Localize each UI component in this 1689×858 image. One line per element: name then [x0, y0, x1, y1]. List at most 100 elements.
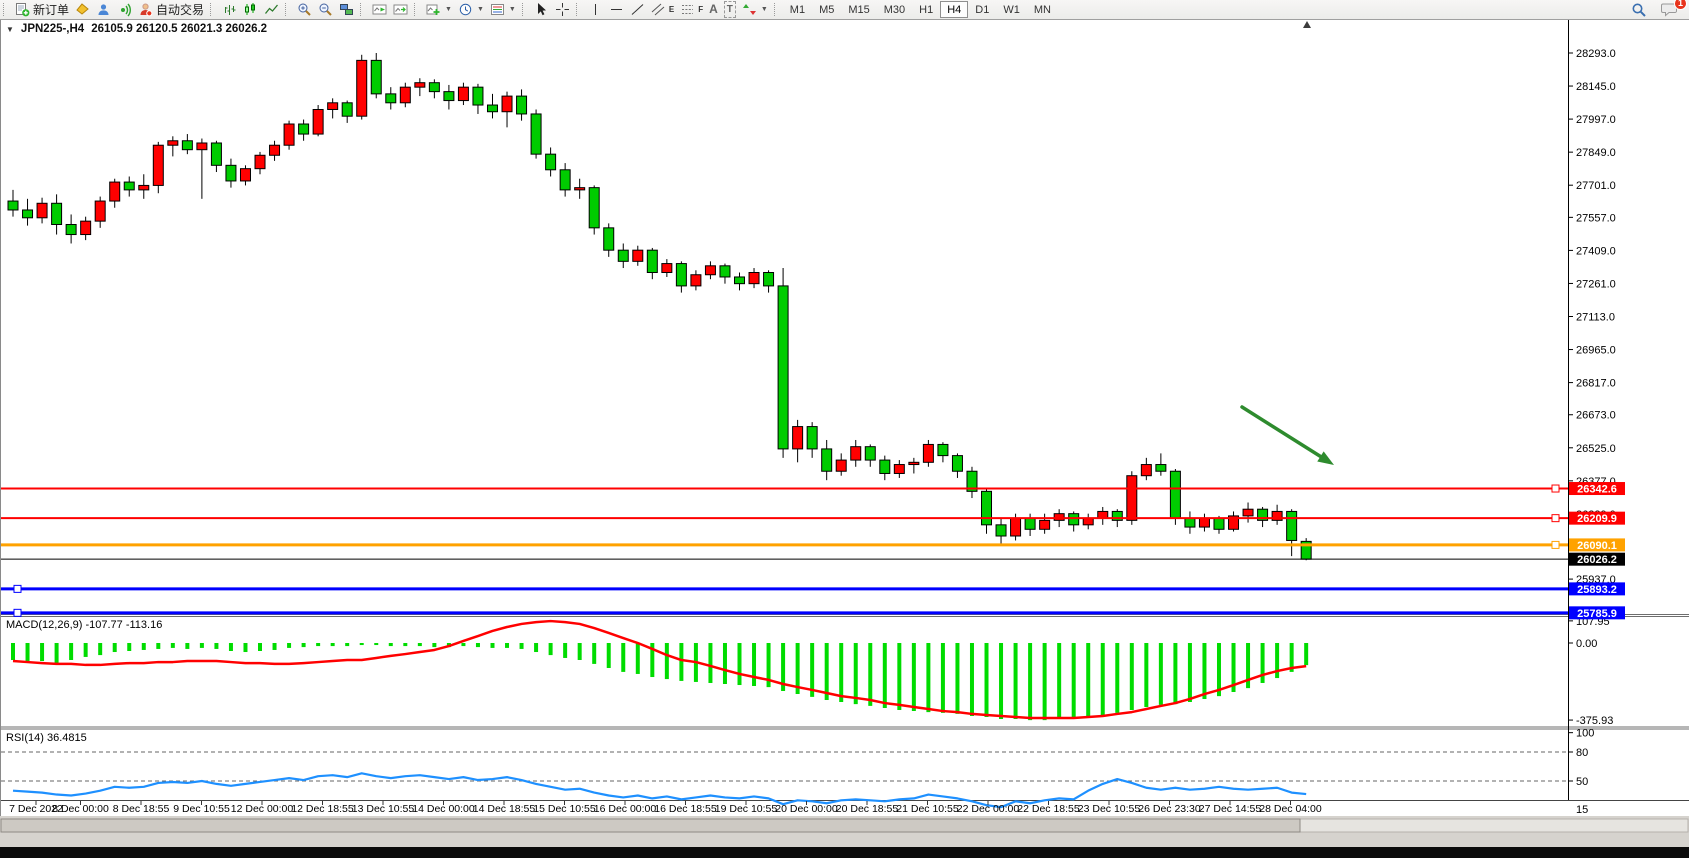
svg-text:22 Dec 18:55: 22 Dec 18:55 [1017, 803, 1080, 815]
timeframe-M1-button[interactable]: M1 [783, 1, 812, 18]
candle [851, 447, 861, 460]
candle [575, 188, 585, 190]
zoom-in-icon [297, 2, 312, 17]
crosshair-button[interactable] [552, 1, 573, 18]
toolbar-right: 1 [1628, 1, 1689, 18]
hline-handle[interactable] [1552, 515, 1559, 522]
line-chart-button[interactable] [261, 1, 282, 18]
search-icon [1631, 2, 1647, 18]
periods-button[interactable]: ▼ [455, 1, 487, 18]
candle [284, 124, 294, 145]
time-axis[interactable]: 7 Dec 20228 Dec 00:008 Dec 18:559 Dec 10… [9, 801, 1322, 815]
horizontal-line-button[interactable] [606, 1, 627, 18]
svg-text:27557.0: 27557.0 [1576, 212, 1616, 224]
candle [1040, 520, 1050, 529]
clock-icon [458, 2, 473, 17]
candle [1243, 509, 1253, 516]
auto-scroll-button[interactable] [369, 1, 390, 18]
symbol-dropdown-icon[interactable]: ▼ [6, 25, 14, 34]
svg-text:27997.0: 27997.0 [1576, 114, 1616, 126]
autotrading-button[interactable]: 自动交易 [135, 1, 207, 18]
tile-windows-button[interactable] [336, 1, 357, 18]
search-button[interactable] [1628, 1, 1650, 18]
candle [793, 427, 803, 449]
candle [342, 103, 352, 116]
candlestick-button[interactable] [240, 1, 261, 18]
candle [865, 447, 875, 460]
candle [880, 460, 890, 473]
candle [618, 250, 628, 261]
fibonacci-icon [680, 2, 695, 17]
candle [211, 143, 221, 165]
candle [1127, 476, 1137, 521]
svg-text:28 Dec 04:00: 28 Dec 04:00 [1259, 803, 1322, 815]
timeframe-MN-button[interactable]: MN [1027, 1, 1058, 18]
candle [1054, 514, 1064, 521]
candle [458, 87, 468, 100]
timeframe-M15-button[interactable]: M15 [841, 1, 876, 18]
text-button[interactable]: A [706, 1, 721, 18]
chat-button[interactable]: 1 [1658, 1, 1681, 18]
channel-button[interactable]: E [648, 1, 677, 18]
candle [982, 491, 992, 524]
candle [604, 228, 614, 250]
candle [255, 155, 265, 168]
arrows-button[interactable]: ▼ [739, 1, 771, 18]
fibonacci-button[interactable]: F [677, 1, 706, 18]
candle [240, 169, 250, 181]
timeframe-M30-button[interactable]: M30 [877, 1, 912, 18]
hline-handle[interactable] [1552, 541, 1559, 548]
svg-text:27849.0: 27849.0 [1576, 147, 1616, 159]
svg-text:26026.2: 26026.2 [1577, 554, 1617, 566]
signals-button[interactable] [114, 1, 135, 18]
svg-text:15: 15 [1576, 804, 1588, 816]
svg-text:14 Dec 18:55: 14 Dec 18:55 [473, 803, 536, 815]
candle [182, 141, 192, 150]
hline-handle[interactable] [14, 609, 21, 616]
svg-text:26817.0: 26817.0 [1576, 378, 1616, 390]
dropdown-arrow-icon: ▼ [477, 6, 484, 13]
timeframe-W1-button[interactable]: W1 [996, 1, 1027, 18]
candle [676, 264, 686, 286]
zoom-in-button[interactable] [294, 1, 315, 18]
arrows-icon [742, 2, 757, 17]
svg-text:21 Dec 10:55: 21 Dec 10:55 [896, 803, 959, 815]
svg-text:26525.0: 26525.0 [1576, 443, 1616, 455]
svg-text:23 Dec 10:55: 23 Dec 10:55 [1078, 803, 1141, 815]
candle [197, 143, 207, 150]
timeframe-H1-button[interactable]: H1 [912, 1, 940, 18]
timeframe-D1-button[interactable]: D1 [968, 1, 996, 18]
metaeditor-button[interactable] [72, 1, 93, 18]
new-order-button[interactable]: 新订单 [12, 1, 72, 18]
candle [1185, 518, 1195, 527]
svg-text:16 Dec 18:55: 16 Dec 18:55 [654, 803, 717, 815]
svg-text:27 Dec 14:55: 27 Dec 14:55 [1199, 803, 1262, 815]
hline-handle[interactable] [1552, 485, 1559, 492]
templates-button[interactable]: ▼ [487, 1, 519, 18]
h-scrollbar-thumb[interactable] [1, 819, 1300, 832]
bar-chart-button[interactable] [219, 1, 240, 18]
metaeditor-icon [75, 2, 90, 17]
cursor-button[interactable] [531, 1, 552, 18]
candle [168, 141, 178, 145]
indicators-button[interactable]: ▼ [423, 1, 455, 18]
svg-text:27261.0: 27261.0 [1576, 278, 1616, 290]
zoom-out-button[interactable] [315, 1, 336, 18]
candle [764, 273, 774, 286]
chart-canvas[interactable]: 28293.028145.027997.027849.027701.027557… [0, 0, 1689, 858]
hline-handle[interactable] [14, 585, 21, 592]
trendline-button[interactable] [627, 1, 648, 18]
chart-shift-button[interactable] [390, 1, 411, 18]
candle [531, 114, 541, 154]
candle [662, 264, 672, 273]
candle [299, 124, 309, 134]
candle [52, 203, 62, 224]
vertical-line-button[interactable] [585, 1, 606, 18]
candle [938, 444, 948, 455]
community-button[interactable] [93, 1, 114, 18]
svg-text:-375.93: -375.93 [1576, 715, 1613, 727]
timeframe-M5-button[interactable]: M5 [812, 1, 841, 18]
zoom-out-icon [318, 2, 333, 17]
timeframe-H4-button[interactable]: H4 [940, 1, 968, 18]
text-label-button[interactable]: T [721, 1, 739, 18]
